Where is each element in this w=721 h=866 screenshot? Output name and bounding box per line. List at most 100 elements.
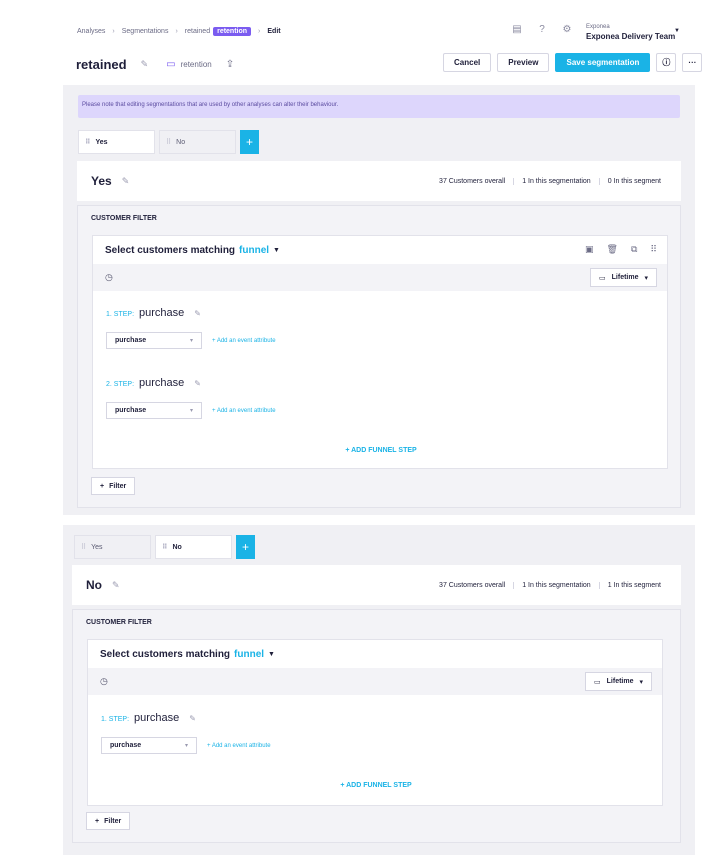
tab-label: Yes: [91, 543, 103, 551]
cancel-button[interactable]: Cancel: [443, 53, 492, 72]
caret-down-icon[interactable]: ▼: [674, 28, 680, 34]
org-small-label: Exponea: [586, 24, 610, 30]
plus-icon: +: [95, 817, 100, 825]
add-segment-button[interactable]: +: [236, 535, 255, 559]
breadcrumb-segmentations[interactable]: Segmentations: [122, 28, 169, 35]
filter-card-tools: ▣ 🗑 ⧉ ⠿: [585, 244, 657, 255]
caret-down-icon[interactable]: ▼: [268, 651, 275, 658]
caret-down-icon: ▾: [189, 408, 193, 414]
save-button[interactable]: Save segmentation: [555, 53, 651, 72]
action-buttons: Cancel Preview Save segmentation ⓘ ···: [443, 53, 703, 72]
note-icon[interactable]: ▣: [585, 244, 594, 255]
add-segment-button[interactable]: +: [240, 130, 259, 154]
event-select[interactable]: purchase ▾: [101, 737, 197, 754]
tab-no[interactable]: ⠿ No: [155, 535, 232, 559]
more-button[interactable]: ···: [682, 53, 703, 72]
step-label: 1. STEP: purchase ✎: [101, 712, 271, 724]
info-button[interactable]: ⓘ: [656, 53, 677, 72]
pencil-icon[interactable]: ✎: [194, 379, 201, 388]
step-label: 1. STEP: purchase ✎: [106, 307, 276, 319]
gear-icon[interactable]: ⚙: [560, 22, 574, 36]
drag-handle-icon[interactable]: ⠿: [85, 138, 91, 146]
add-filter-button[interactable]: + Filter: [86, 812, 131, 830]
step-number: 1. STEP:: [106, 311, 135, 318]
breadcrumb: Analyses › Segmentations › retained rete…: [77, 27, 281, 36]
step-number: 1. STEP:: [101, 716, 130, 723]
drag-handle-icon[interactable]: ⠿: [650, 244, 657, 255]
comment-icon[interactable]: ▤: [510, 22, 524, 36]
segment-header: Yes ✎ 37 Customers overall 1 In this seg…: [77, 161, 681, 201]
folder-label[interactable]: retention: [181, 60, 212, 69]
trash-icon[interactable]: 🗑: [607, 244, 618, 255]
lifetime-label: Lifetime: [606, 678, 634, 685]
tab-label: No: [176, 138, 186, 146]
top-icons: ▤ ? ⚙: [510, 22, 574, 36]
copy-icon[interactable]: ⧉: [631, 244, 637, 255]
add-funnel-step-button[interactable]: + ADD FUNNEL STEP: [93, 447, 669, 454]
time-filter-row: ◷ ▭ Lifetime ▾: [93, 264, 667, 291]
drag-handle-icon[interactable]: ⠿: [81, 543, 86, 551]
info-icon: ⓘ: [662, 58, 671, 67]
funnel-step: 1. STEP: purchase ✎ purchase ▾ + Add an …: [101, 712, 271, 754]
event-select[interactable]: purchase ▾: [106, 402, 202, 419]
caret-down-icon: ▾: [189, 338, 193, 344]
plus-icon: +: [100, 482, 105, 490]
add-filter-button[interactable]: + Filter: [91, 477, 136, 495]
step-row: purchase ▾ + Add an event attribute: [106, 402, 276, 419]
plus-icon: +: [245, 135, 253, 149]
add-attribute-link[interactable]: + Add an event attribute: [212, 338, 276, 344]
tab-yes[interactable]: ⠿ Yes: [78, 130, 155, 154]
stat-overall: 37 Customers overall: [439, 581, 506, 589]
chevron-right-icon: ›: [258, 28, 261, 35]
folder-icon[interactable]: ▭: [166, 59, 175, 70]
event-select-value: purchase: [110, 742, 142, 749]
lifetime-label: Lifetime: [611, 274, 639, 281]
add-funnel-step-button[interactable]: + ADD FUNNEL STEP: [88, 782, 664, 789]
pencil-icon[interactable]: ✎: [112, 580, 120, 591]
preview-button[interactable]: Preview: [497, 53, 550, 72]
drag-handle-icon[interactable]: ⠿: [166, 138, 171, 146]
tab-no[interactable]: ⠿ No: [159, 130, 236, 154]
caret-down-icon[interactable]: ▼: [273, 247, 280, 254]
breadcrumb-analyses[interactable]: Analyses: [77, 28, 105, 35]
breadcrumb-retained[interactable]: retained: [185, 28, 210, 35]
pencil-icon[interactable]: ✎: [194, 309, 201, 318]
breadcrumb-tag[interactable]: retention: [213, 27, 252, 36]
step-row: purchase ▾ + Add an event attribute: [106, 332, 276, 349]
drag-handle-icon[interactable]: ⠿: [162, 543, 168, 551]
pencil-icon[interactable]: ✎: [122, 176, 130, 187]
funnel-link[interactable]: funnel: [239, 245, 269, 256]
event-select-value: purchase: [115, 407, 147, 414]
matching-prefix: Select customers matching: [105, 244, 236, 256]
lifetime-select[interactable]: ▭ Lifetime ▾: [585, 672, 652, 691]
tab-label: No: [172, 543, 182, 551]
calendar-icon: ▭: [599, 274, 606, 282]
clock-icon[interactable]: ◷: [105, 272, 113, 283]
org-switcher[interactable]: Exponea Exponea Delivery Team: [586, 22, 675, 42]
segment-stats: 37 Customers overall 1 In this segmentat…: [431, 177, 669, 185]
notice-banner: Please note that editing segmentations t…: [78, 95, 680, 118]
clock-icon[interactable]: ◷: [100, 676, 108, 687]
pencil-icon[interactable]: ✎: [141, 59, 149, 70]
add-attribute-link[interactable]: + Add an event attribute: [212, 408, 276, 414]
calendar-icon: ▭: [594, 678, 601, 686]
event-select[interactable]: purchase ▾: [106, 332, 202, 349]
step-event: purchase: [139, 307, 185, 319]
stat-in-segment: 0 In this segment: [598, 177, 669, 185]
time-filter-row: ◷ ▭ Lifetime ▾: [88, 668, 662, 695]
add-attribute-link[interactable]: + Add an event attribute: [207, 743, 271, 749]
pencil-icon[interactable]: ✎: [189, 714, 196, 723]
help-icon[interactable]: ?: [535, 22, 549, 36]
step-event: purchase: [134, 712, 180, 724]
funnel-link[interactable]: funnel: [234, 649, 264, 660]
chevron-right-icon: ›: [112, 28, 115, 35]
tab-yes[interactable]: ⠿ Yes: [74, 535, 151, 559]
stat-in-segmentation: 1 In this segmentation: [513, 177, 599, 185]
share-icon[interactable]: ⇪: [226, 59, 234, 70]
lifetime-select[interactable]: ▭ Lifetime ▾: [590, 268, 657, 287]
filter-button-label: Filter: [109, 482, 127, 490]
org-name: Exponea Delivery Team: [586, 32, 676, 41]
filter-card-header: Select customers matching funnel ▼: [88, 640, 662, 668]
plus-icon: +: [241, 540, 249, 554]
customer-filter-box: CUSTOMER FILTER Select customers matchin…: [77, 205, 681, 508]
